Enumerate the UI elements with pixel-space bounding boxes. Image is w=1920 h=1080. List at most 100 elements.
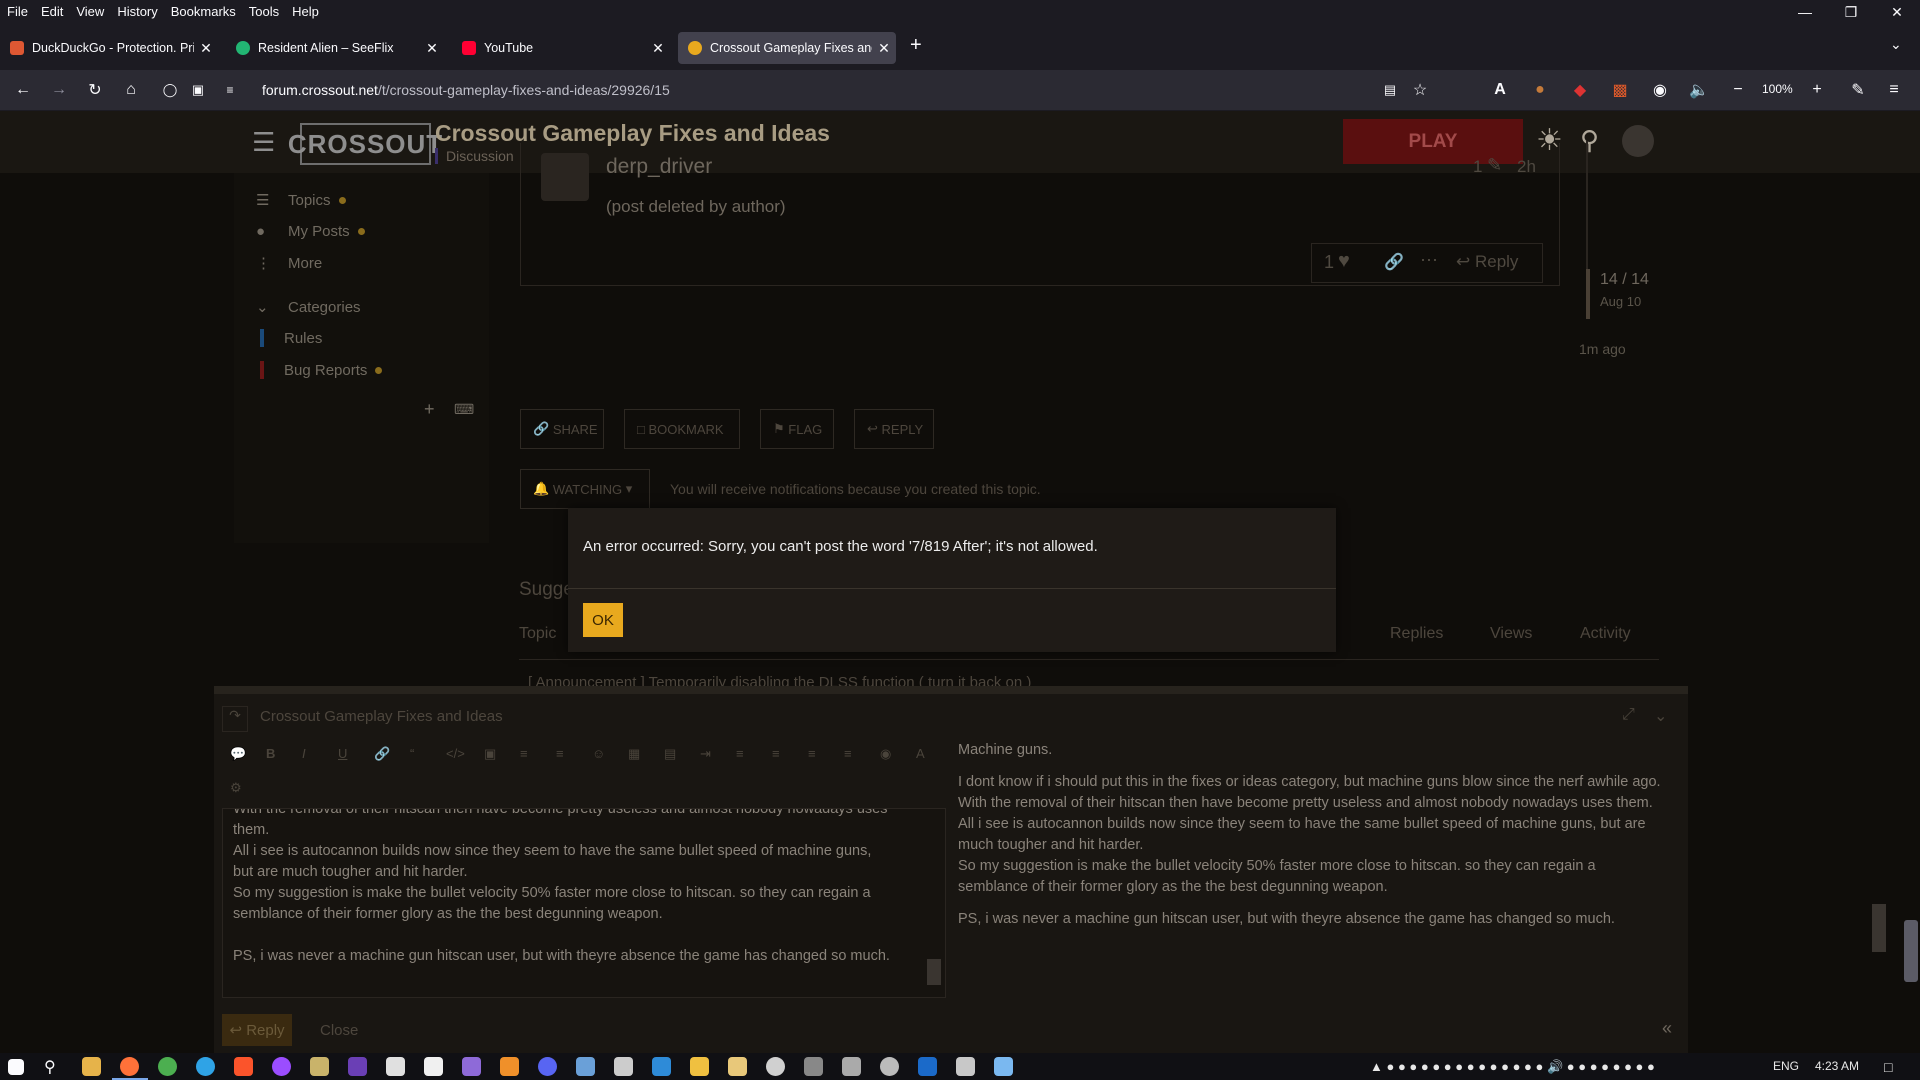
align-center-icon[interactable]: ≡	[772, 746, 780, 761]
heart-icon[interactable]: ♥	[1338, 250, 1350, 273]
notepad-icon[interactable]	[424, 1057, 443, 1076]
edge-icon[interactable]	[196, 1057, 215, 1076]
menu-view[interactable]: View	[76, 4, 104, 19]
extension-icon[interactable]: ●	[1528, 78, 1552, 102]
keyboard-icon[interactable]: ⌨	[454, 401, 474, 418]
close-tab-icon[interactable]: ✕	[194, 40, 218, 57]
emoji-icon[interactable]: ☺	[592, 746, 605, 761]
upload-icon[interactable]: ▣	[484, 746, 496, 762]
brave-icon[interactable]	[234, 1057, 253, 1076]
post-author[interactable]: derp_driver	[606, 155, 712, 179]
tab-youtube[interactable]: YouTube ✕	[452, 32, 670, 64]
menu-tools[interactable]: Tools	[249, 4, 279, 19]
app-icon[interactable]	[576, 1057, 595, 1076]
code-icon[interactable]: </>	[446, 746, 465, 761]
sidebar-item-my-posts[interactable]: ● My Posts	[256, 223, 365, 240]
app-icon[interactable]	[652, 1057, 671, 1076]
add-icon[interactable]: +	[424, 399, 435, 420]
collapse-preview-icon[interactable]: «	[1662, 1018, 1672, 1039]
tab-duckduckgo[interactable]: DuckDuckGo - Protection. Priva ✕	[0, 32, 218, 64]
minimize-button[interactable]: —	[1782, 0, 1828, 24]
color-palette-icon[interactable]: ◉	[880, 746, 891, 762]
file-explorer-icon[interactable]	[82, 1057, 101, 1076]
timeline-last-activity[interactable]: 1m ago	[1579, 341, 1626, 357]
app-icon[interactable]	[690, 1057, 709, 1076]
expand-icon[interactable]: ⤢	[1622, 706, 1635, 724]
preview-scrollbar[interactable]	[1872, 904, 1886, 952]
steam-icon[interactable]	[918, 1057, 937, 1076]
menu-history[interactable]: History	[117, 4, 157, 19]
editor-scrollbar[interactable]	[927, 959, 941, 985]
avatar[interactable]	[541, 153, 589, 201]
picture-in-picture-icon[interactable]: ▩	[1608, 78, 1632, 102]
close-tab-icon[interactable]: ✕	[646, 40, 670, 57]
avatar[interactable]	[1622, 125, 1654, 157]
firefox-icon[interactable]	[120, 1057, 139, 1076]
font-extension-icon[interactable]: A	[1488, 78, 1512, 102]
new-tab-button[interactable]: +	[910, 34, 922, 57]
link-icon[interactable]: 🔗	[1384, 252, 1404, 272]
system-tray-icons[interactable]: ▲ ● ● ● ● ● ● ● ● ● ● ● ● ● ● 🔊 ● ● ● ● …	[1370, 1059, 1655, 1075]
clock[interactable]: 4:23 AM	[1815, 1059, 1859, 1073]
align-right-icon[interactable]: ≡	[808, 746, 816, 761]
reply-to-icon[interactable]: ↷	[222, 706, 248, 732]
notification-icon[interactable]: □	[1884, 1059, 1892, 1075]
shield-icon[interactable]: ◯	[158, 78, 182, 102]
search-icon[interactable]: ⚲	[1580, 125, 1599, 156]
forward-icon[interactable]: →	[47, 78, 71, 102]
share-button[interactable]: 🔗 SHARE	[520, 409, 604, 449]
image-icon[interactable]: ▤	[664, 746, 676, 762]
app-icon[interactable]	[348, 1057, 367, 1076]
sidebar-section-categories[interactable]: ⌄ Categories	[256, 298, 361, 317]
close-window-button[interactable]: ✕	[1874, 0, 1920, 24]
tab-seeflix[interactable]: Resident Alien – SeeFlix ✕	[226, 32, 444, 64]
app-icon[interactable]	[994, 1057, 1013, 1076]
notification-level-button[interactable]: 🔔 WATCHING ▾	[520, 469, 650, 509]
gear-icon[interactable]: ⚙	[230, 780, 242, 796]
lock-icon[interactable]: ▣	[186, 78, 210, 102]
post-age[interactable]: 2h	[1517, 157, 1536, 177]
sidebar-item-topics[interactable]: ☰ Topics	[256, 191, 346, 209]
url-bar[interactable]: forum.crossout.net/t/crossout-gameplay-f…	[262, 77, 670, 103]
app-icon[interactable]	[614, 1057, 633, 1076]
sidebar-item-bug-reports[interactable]: Bug Reports	[260, 361, 383, 379]
hamburger-menu-icon[interactable]: ≡	[1882, 78, 1906, 102]
sidebar-item-rules[interactable]: Rules	[260, 329, 322, 347]
menu-toggle-icon[interactable]: ☰	[252, 127, 275, 158]
zoom-in-icon[interactable]: +	[1805, 78, 1829, 102]
sidebar-item-more[interactable]: ⋮ More	[256, 254, 322, 273]
reader-view-icon[interactable]: ▤	[1378, 78, 1402, 102]
crossout-logo[interactable]: CROSSOUT	[288, 123, 442, 165]
list-tabs-icon[interactable]: ⌄	[1890, 36, 1902, 53]
more-icon[interactable]: ⋯	[1420, 250, 1438, 271]
back-icon[interactable]: ←	[11, 78, 35, 102]
bookmark-button[interactable]: □ BOOKMARK	[624, 409, 740, 449]
link-icon[interactable]: 🔗	[374, 746, 390, 762]
app-icon[interactable]	[310, 1057, 329, 1076]
column-activity[interactable]: Activity	[1580, 625, 1631, 643]
extensions-icon[interactable]: ✎	[1846, 78, 1870, 102]
chrome-icon[interactable]	[158, 1057, 177, 1076]
zoom-out-icon[interactable]: −	[1726, 78, 1750, 102]
font-icon[interactable]: A	[916, 746, 925, 761]
app-icon[interactable]	[766, 1057, 785, 1076]
italic-icon[interactable]: I	[302, 746, 306, 761]
minimize-composer-icon[interactable]: ⌄	[1654, 706, 1667, 726]
column-views[interactable]: Views	[1490, 625, 1532, 643]
bookmark-star-icon[interactable]: ☆	[1408, 78, 1432, 102]
ublock-icon[interactable]: ◆	[1568, 78, 1592, 102]
justify-icon[interactable]: ≡	[844, 746, 852, 761]
category-badge[interactable]: Discussion	[435, 148, 514, 164]
bullet-list-icon[interactable]: ≡	[520, 746, 528, 761]
menu-bookmarks[interactable]: Bookmarks	[171, 4, 236, 19]
composer-editor[interactable]: With the removal of their hitscan then h…	[222, 808, 946, 998]
close-composer-button[interactable]: Close	[320, 1022, 358, 1039]
reply-submit-button[interactable]: ↩ Reply	[222, 1014, 292, 1046]
language-indicator[interactable]: ENG	[1773, 1059, 1799, 1073]
flag-button[interactable]: ⚑ FLAG	[760, 409, 834, 449]
crossout-app-icon[interactable]	[956, 1057, 975, 1076]
reply-topic-button[interactable]: ↩ REPLY	[854, 409, 934, 449]
windows-start-icon[interactable]	[8, 1059, 24, 1075]
quote-icon[interactable]: “	[410, 746, 414, 761]
numbered-list-icon[interactable]: ≡	[556, 746, 564, 761]
